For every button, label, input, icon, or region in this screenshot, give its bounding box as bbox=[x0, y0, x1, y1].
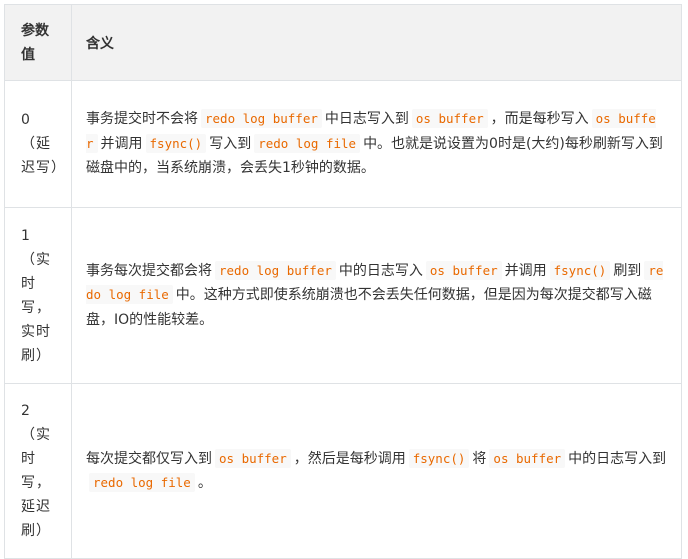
cell-value: 1（实时写，实时刷） bbox=[4, 207, 72, 384]
inline-code: os buffer bbox=[411, 109, 488, 129]
cell-value: 0（延迟写） bbox=[4, 80, 72, 208]
meaning-text: 每次提交都仅写入到 bbox=[86, 450, 212, 467]
header-value: 参数值 bbox=[4, 4, 72, 81]
meaning-text: 中的日志写入到 bbox=[568, 450, 667, 467]
inline-code: os buffer bbox=[425, 260, 502, 280]
meaning-text: 写入到 bbox=[209, 135, 252, 152]
header-meaning: 含义 bbox=[71, 4, 682, 81]
inline-code: os buffer bbox=[489, 448, 566, 468]
table-header: 参数值 含义 bbox=[4, 4, 682, 81]
meaning-text: 。 bbox=[197, 475, 212, 491]
inline-code: redo log buffer bbox=[215, 260, 336, 280]
meaning-text: 并调用 bbox=[100, 135, 143, 152]
meaning-text: 事务每次提交都会将 bbox=[86, 262, 212, 279]
meaning-text: ，而是每秒写入 bbox=[490, 111, 589, 128]
meaning-text: 将 bbox=[472, 450, 487, 467]
header-row: 参数值 含义 bbox=[4, 4, 682, 81]
cell-meaning: 事务每次提交都会将 redo log buffer 中的日志写入 os buffer 并… bbox=[71, 207, 682, 384]
inline-code: fsync() bbox=[145, 133, 207, 153]
cell-value: 2（实时写，延迟刷） bbox=[4, 383, 72, 559]
meaning-text: ，然后是每秒调用 bbox=[293, 450, 406, 467]
cell-meaning: 事务提交时不会将 redo log buffer 中日志写入到 os buffer ，而… bbox=[71, 80, 682, 208]
inline-code: fsync() bbox=[549, 260, 611, 280]
inline-code: fsync() bbox=[408, 448, 470, 468]
table-body: 0（延迟写） 事务提交时不会将 redo log buffer 中日志写入到 os b… bbox=[4, 80, 682, 559]
table-row: 2（实时写，延迟刷） 每次提交都仅写入到 os buffer ，然后是每秒调用 fsy… bbox=[4, 383, 682, 559]
inline-code: redo log file bbox=[254, 133, 361, 153]
meaning-text: 中的日志写入 bbox=[338, 262, 423, 279]
cell-meaning: 每次提交都仅写入到 os buffer ，然后是每秒调用 fsync() 将 os buf… bbox=[71, 383, 682, 559]
meaning-text: 并调用 bbox=[504, 262, 547, 279]
inline-code: redo log buffer bbox=[201, 109, 322, 129]
meaning-text: 刷到 bbox=[613, 262, 642, 279]
meaning-text: 中日志写入到 bbox=[324, 111, 409, 128]
parameter-table: 参数值 含义 0（延迟写） 事务提交时不会将 redo log buffer 中日志… bbox=[4, 4, 682, 559]
inline-code: redo log file bbox=[89, 473, 195, 492]
parameter-table-container: 参数值 含义 0（延迟写） 事务提交时不会将 redo log buffer 中日志… bbox=[4, 4, 682, 559]
meaning-text: 事务提交时不会将 bbox=[86, 111, 198, 128]
inline-code: os buffer bbox=[215, 448, 291, 468]
table-row: 1（实时写，实时刷） 事务每次提交都会将 redo log buffer 中的日志写… bbox=[4, 207, 682, 384]
table-row: 0（延迟写） 事务提交时不会将 redo log buffer 中日志写入到 os b… bbox=[4, 80, 682, 208]
